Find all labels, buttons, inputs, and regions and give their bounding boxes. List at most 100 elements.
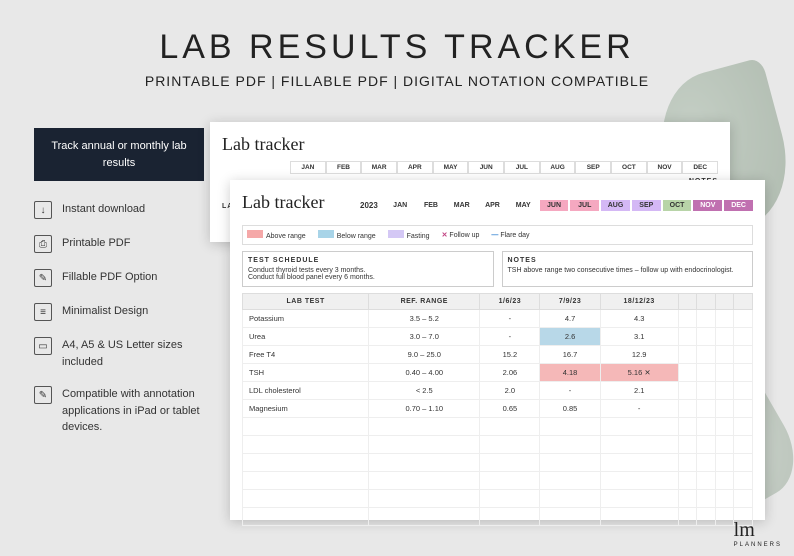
empty-cell: [600, 508, 678, 526]
empty-cell: [715, 454, 734, 472]
result-cell: 2.1: [600, 382, 678, 400]
result-cell: -: [480, 328, 540, 346]
logo-main: lm: [734, 519, 755, 541]
month-cell: AUG: [540, 161, 576, 174]
result-cell: [697, 346, 716, 364]
test-name: Magnesium: [243, 400, 369, 418]
month-cell: APR: [478, 200, 507, 211]
result-cell: [678, 328, 697, 346]
year: 2023: [360, 201, 378, 210]
empty-cell: [697, 472, 716, 490]
table-row: Magnesium0.70 – 1.100.650.85-: [243, 400, 753, 418]
result-cell: -: [540, 382, 600, 400]
feature-text: Printable PDF: [62, 235, 130, 252]
empty-cell: [697, 508, 716, 526]
result-cell: 5.16 ✕: [600, 364, 678, 382]
empty-cell: [600, 490, 678, 508]
table-row: Potassium3.5 – 5.2-4.74.3: [243, 310, 753, 328]
month-cell: MAR: [447, 200, 476, 211]
ref-range: 0.40 – 4.00: [369, 364, 480, 382]
ref-range: 0.70 – 1.10: [369, 400, 480, 418]
table-row: [243, 454, 753, 472]
result-cell: 2.06: [480, 364, 540, 382]
test-name: Free T4: [243, 346, 369, 364]
empty-cell: [697, 490, 716, 508]
result-cell: 2.6: [540, 328, 600, 346]
feature-text: Compatible with annotation applications …: [62, 386, 204, 436]
empty-cell: [715, 508, 734, 526]
empty-cell: [540, 436, 600, 454]
feature-text: Minimalist Design: [62, 303, 148, 320]
empty-cell: [600, 454, 678, 472]
table-header: 18/12/23: [600, 294, 678, 310]
legend: Above range Below range Fasting ✕ Follow…: [242, 225, 753, 245]
empty-cell: [369, 454, 480, 472]
result-cell: [678, 346, 697, 364]
promo-badge: Track annual or monthly lab results: [34, 128, 204, 181]
legend-fasting: Fasting: [407, 233, 430, 240]
result-cell: 0.85: [540, 400, 600, 418]
empty-cell: [734, 454, 753, 472]
empty-cell: [540, 508, 600, 526]
month-cell: JUN: [468, 161, 504, 174]
result-cell: [734, 364, 753, 382]
logo-sub: PLANNERS: [734, 542, 782, 548]
empty-cell: [480, 508, 540, 526]
feature-sidebar: Track annual or monthly lab results ↓Ins…: [34, 128, 204, 452]
feature-icon: ↓: [34, 201, 52, 219]
result-cell: [697, 382, 716, 400]
empty-cell: [540, 454, 600, 472]
legend-below: Below range: [337, 233, 376, 240]
table-row: [243, 472, 753, 490]
empty-cell: [600, 436, 678, 454]
feature-item: ✎Compatible with annotation applications…: [34, 386, 204, 436]
table-header: [697, 294, 716, 310]
empty-cell: [734, 490, 753, 508]
empty-cell: [697, 418, 716, 436]
test-name: TSH: [243, 364, 369, 382]
feature-item: ≡Minimalist Design: [34, 303, 204, 321]
table-row: [243, 490, 753, 508]
legend-followup: Follow up: [449, 232, 479, 239]
month-cell: JAN: [290, 161, 326, 174]
empty-cell: [369, 418, 480, 436]
result-cell: [715, 346, 734, 364]
result-cell: -: [480, 310, 540, 328]
result-cell: [734, 382, 753, 400]
result-cell: [697, 310, 716, 328]
result-cell: [715, 364, 734, 382]
result-cell: 3.1: [600, 328, 678, 346]
table-header: 7/9/23: [540, 294, 600, 310]
empty-cell: [243, 508, 369, 526]
month-cell: OCT: [663, 200, 692, 211]
feature-item: ↓Instant download: [34, 201, 204, 219]
empty-cell: [480, 472, 540, 490]
month-cell: JUN: [540, 200, 569, 211]
empty-cell: [715, 472, 734, 490]
empty-cell: [678, 472, 697, 490]
result-cell: 4.7: [540, 310, 600, 328]
table-row: [243, 418, 753, 436]
result-cell: 15.2: [480, 346, 540, 364]
result-cell: [697, 400, 716, 418]
table-header: REF. RANGE: [369, 294, 480, 310]
feature-text: A4, A5 & US Letter sizes included: [62, 337, 204, 370]
result-cell: [678, 310, 697, 328]
test-name: Urea: [243, 328, 369, 346]
month-cell: MAY: [433, 161, 469, 174]
ref-range: 3.5 – 5.2: [369, 310, 480, 328]
empty-cell: [715, 490, 734, 508]
empty-cell: [715, 436, 734, 454]
month-cell: OCT: [611, 161, 647, 174]
feature-item: ▭A4, A5 & US Letter sizes included: [34, 337, 204, 370]
empty-cell: [697, 436, 716, 454]
result-cell: 4.3: [600, 310, 678, 328]
result-cell: 2.0: [480, 382, 540, 400]
table-row: Free T49.0 – 25.015.216.712.9: [243, 346, 753, 364]
month-cell: JUL: [570, 200, 599, 211]
notes-title: NOTES: [508, 257, 748, 264]
empty-cell: [715, 418, 734, 436]
empty-cell: [480, 454, 540, 472]
schedule-text: Conduct thyroid tests every 3 months. Co…: [248, 267, 488, 281]
empty-cell: [678, 490, 697, 508]
